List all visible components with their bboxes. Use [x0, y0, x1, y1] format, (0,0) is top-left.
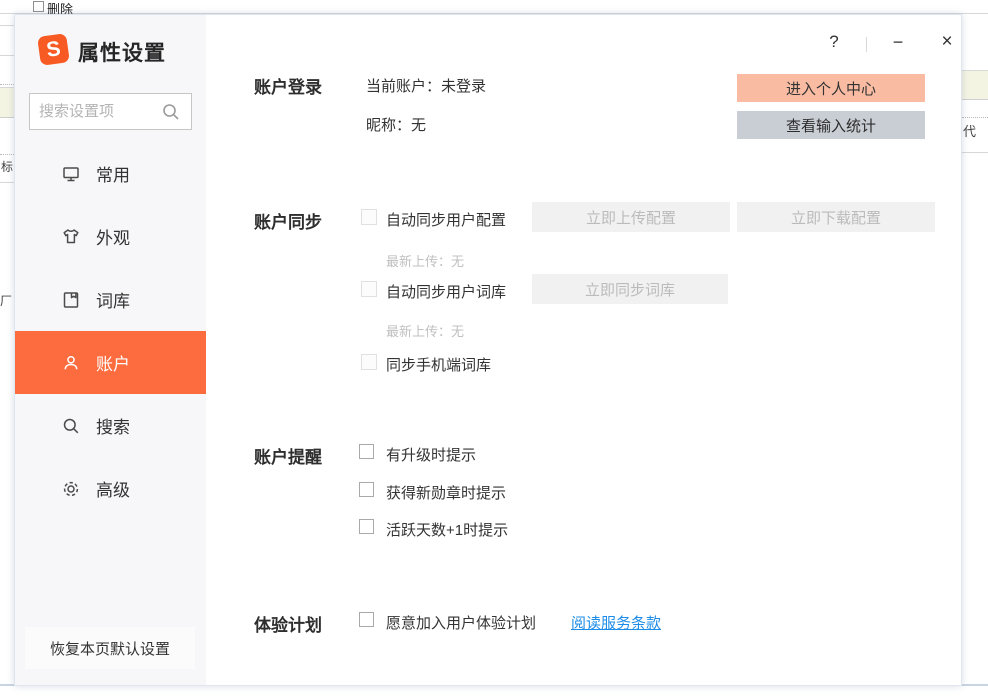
background-delete-checkbox[interactable] [33, 1, 44, 12]
sidebar: S 属性设置 常用 外观 [15, 15, 206, 685]
sync-mobile-dict-checkbox[interactable] [361, 354, 377, 370]
auto-sync-config-checkbox[interactable] [361, 209, 377, 225]
background-line [962, 152, 988, 153]
sidebar-item-search[interactable]: 搜索 [15, 394, 206, 457]
background-line [0, 84, 14, 85]
sidebar-nav: 常用 外观 词库 账户 [15, 142, 206, 520]
nickname-text: 昵称：无 [366, 114, 426, 135]
background-line [0, 154, 14, 155]
sync-mobile-dict-label: 同步手机端词库 [386, 354, 491, 375]
page-title: 属性设置 [78, 37, 166, 67]
last-upload-config-text: 最新上传：无 [386, 251, 464, 270]
sidebar-item-label: 账户 [96, 350, 130, 375]
personal-center-button[interactable]: 进入个人中心 [737, 74, 925, 102]
badge-reminder-checkbox[interactable] [359, 482, 374, 497]
monitor-icon [61, 164, 81, 184]
upgrade-reminder-label: 有升级时提示 [386, 444, 476, 465]
shirt-icon [61, 227, 81, 247]
input-stats-button[interactable]: 查看输入统计 [737, 111, 925, 139]
dictionary-icon [61, 290, 81, 310]
background-line [962, 117, 988, 118]
badge-reminder-label: 获得新勋章时提示 [386, 482, 506, 503]
background-line [0, 182, 14, 183]
experience-plan-checkbox[interactable] [359, 612, 374, 627]
current-account-text: 当前账户：未登录 [366, 75, 486, 96]
experience-plan-label: 愿意加入用户体验计划 [386, 612, 536, 633]
sidebar-item-label: 外观 [96, 224, 130, 249]
background-text-fragment: 标 [1, 158, 13, 175]
section-label-login: 账户登录 [254, 73, 322, 98]
background-row-highlight [962, 70, 988, 100]
sidebar-item-label: 常用 [96, 161, 130, 186]
sogou-logo-icon: S [37, 33, 70, 66]
settings-dialog: S 属性设置 常用 外观 [14, 14, 962, 686]
active-days-reminder-checkbox[interactable] [359, 519, 374, 534]
sidebar-item-label: 词库 [96, 287, 130, 312]
background-text-fragment: 代 [963, 121, 976, 140]
background-line [0, 25, 14, 26]
active-days-reminder-label: 活跃天数+1时提示 [386, 519, 508, 540]
search-icon [61, 416, 81, 436]
background-line [0, 55, 14, 56]
sidebar-item-account[interactable]: 账户 [15, 331, 206, 394]
section-label-sync: 账户同步 [254, 208, 322, 233]
terms-of-service-link[interactable]: 阅读服务条款 [571, 612, 661, 633]
upload-config-button[interactable]: 立即上传配置 [532, 202, 730, 232]
titlebar-divider [866, 37, 867, 52]
upgrade-reminder-checkbox[interactable] [359, 444, 374, 459]
restore-defaults-button[interactable]: 恢复本页默认设置 [25, 627, 195, 669]
section-label-reminders: 账户提醒 [254, 443, 322, 468]
sync-dict-now-button[interactable]: 立即同步词库 [532, 274, 728, 304]
magnifier-icon [161, 102, 181, 122]
auto-sync-config-label: 自动同步用户配置 [386, 209, 506, 230]
sidebar-item-dictionary[interactable]: 词库 [15, 268, 206, 331]
minimize-button[interactable]: − [885, 29, 911, 55]
search-box [29, 93, 192, 130]
last-upload-dict-text: 最新上传：无 [386, 321, 464, 340]
user-icon [61, 353, 81, 373]
background-row-highlight [0, 87, 14, 118]
screen: 删除 标 厂 代 S 属性设置 [0, 0, 988, 700]
gear-icon [61, 479, 81, 499]
auto-sync-dict-checkbox[interactable] [361, 281, 377, 297]
section-label-experience: 体验计划 [254, 611, 322, 636]
auto-sync-dict-label: 自动同步用户词库 [386, 281, 506, 302]
sidebar-item-advanced[interactable]: 高级 [15, 457, 206, 520]
sidebar-item-label: 搜索 [96, 413, 130, 438]
close-button[interactable]: × [934, 29, 960, 55]
background-text-fragment: 厂 [0, 292, 12, 309]
sidebar-item-label: 高级 [96, 476, 130, 501]
download-config-button[interactable]: 立即下载配置 [737, 202, 935, 232]
help-button[interactable]: ? [821, 29, 847, 55]
search-input[interactable] [39, 94, 159, 129]
sidebar-item-appearance[interactable]: 外观 [15, 205, 206, 268]
sidebar-item-common[interactable]: 常用 [15, 142, 206, 205]
